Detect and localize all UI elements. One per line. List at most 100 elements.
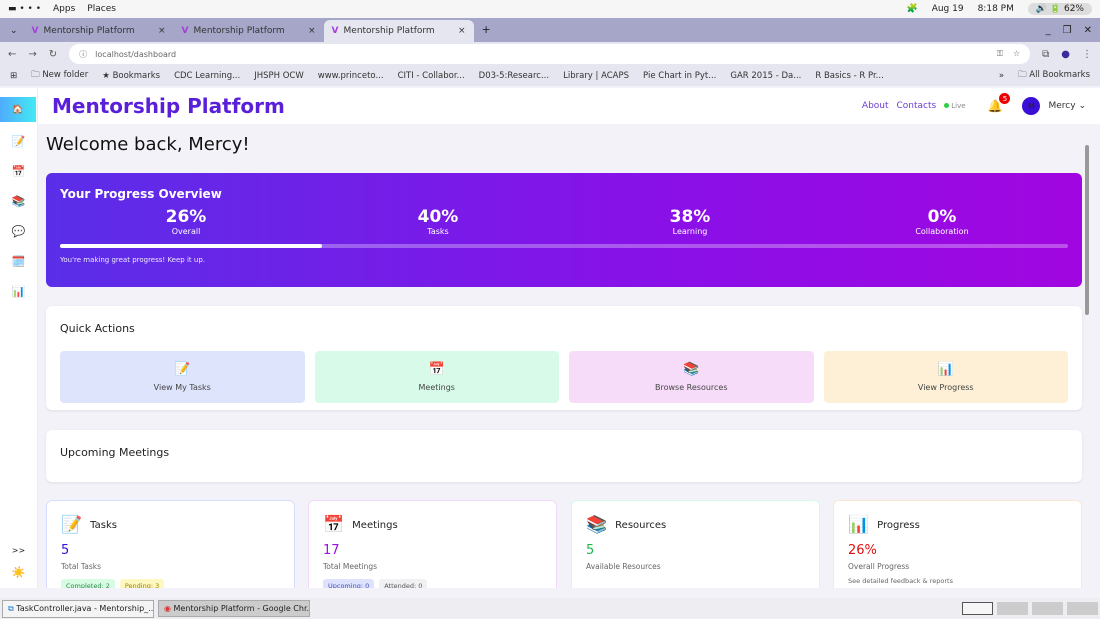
feedback-note[interactable]: See detailed feedback & reports: [848, 577, 1067, 585]
bookmark-star-icon[interactable]: ☆: [1013, 49, 1020, 59]
all-bookmarks-label: All Bookmarks: [1029, 70, 1090, 80]
more-bookmarks-icon[interactable]: »: [999, 71, 1004, 81]
card-value: 26%: [848, 543, 877, 558]
new-tab-button[interactable]: +: [474, 23, 499, 42]
dashboard-content: Welcome back, Mercy! Your Progress Overv…: [38, 124, 1084, 588]
url-input[interactable]: ⓘ localhost/dashboard ⚿ ☆: [69, 44, 1031, 64]
workspace-1[interactable]: [962, 602, 993, 615]
close-tab-icon[interactable]: ×: [458, 26, 466, 36]
close-tab-icon[interactable]: ×: [158, 26, 166, 36]
brand-title[interactable]: Mentorship Platform: [52, 94, 285, 118]
browser-tab-active[interactable]: V Mentorship Platform ×: [323, 20, 474, 42]
date: Aug 19: [931, 4, 964, 14]
tasks-stat-card[interactable]: 📝 Tasks 5 Total Tasks Completed: 2 Pending…: [46, 500, 295, 588]
all-bookmarks[interactable]: 🗀 All Bookmarks: [1018, 69, 1090, 83]
restore-button[interactable]: ❐: [1063, 25, 1072, 36]
password-key-icon[interactable]: ⚿: [997, 49, 1003, 59]
taskbar-item-chrome[interactable]: ◉ Mentorship Platform - Google Chr...: [158, 600, 310, 617]
bookmark[interactable]: GAR 2015 - Da...: [730, 71, 801, 81]
notifications-bell-icon[interactable]: 🔔 5: [988, 93, 1011, 113]
stat-label: Overall: [171, 227, 201, 236]
sidebar-item-resources[interactable]: 📚: [0, 186, 37, 216]
notification-badge: 5: [999, 93, 1011, 104]
workspace-3[interactable]: [1032, 602, 1063, 615]
memo-icon: 📝: [174, 362, 191, 377]
view-progress-button[interactable]: 📊 View Progress: [823, 351, 1068, 403]
profile-icon[interactable]: ●: [1061, 49, 1070, 60]
stat-value: 38%: [669, 207, 711, 227]
nav-about[interactable]: About: [862, 101, 889, 111]
bookmark[interactable]: 🗀 New folder: [31, 69, 88, 83]
sidebar-item-meetings[interactable]: 📅: [0, 156, 37, 186]
close-window-button[interactable]: ✕: [1084, 25, 1092, 36]
tab-search-button[interactable]: ⌄: [4, 26, 24, 42]
meetings-stat-card[interactable]: 📅 Meetings 17 Total Meetings Upcoming: 0 A…: [308, 500, 557, 588]
user-name: Mercy: [1048, 101, 1076, 111]
resources-stat-card[interactable]: 📚 Resources 5 Available Resources: [571, 500, 820, 588]
stat-value: 26%: [165, 207, 207, 227]
button-label: Browse Resources: [654, 383, 728, 392]
favicon-icon: V: [31, 26, 39, 36]
chrome-icon: ◉: [164, 604, 171, 613]
bookmark[interactable]: www.princeto...: [318, 71, 384, 81]
browser-tab[interactable]: V Mentorship Platform ×: [174, 20, 324, 42]
view-tasks-button[interactable]: 📝 View My Tasks: [60, 351, 305, 403]
taskbar-label: TaskController.java - Mentorship_...: [16, 603, 154, 613]
card-title: Meetings: [352, 519, 398, 531]
app-header: Mentorship Platform About Contacts Live …: [38, 88, 1100, 124]
apps-menu[interactable]: Apps: [53, 4, 75, 14]
meetings-button[interactable]: 📅 Meetings: [314, 351, 559, 403]
sidebar-item-messages[interactable]: 💬: [0, 216, 37, 246]
system-tray[interactable]: 🔊 🔋 62%: [1027, 3, 1092, 15]
bookmark[interactable]: Library | ACAPS: [563, 71, 629, 81]
workspace-2[interactable]: [997, 602, 1028, 615]
bookmark[interactable]: Pie Chart in Pyt...: [643, 71, 716, 81]
avatar[interactable]: M: [1022, 97, 1041, 115]
card-label: Overall Progress: [848, 562, 910, 571]
menu-icon[interactable]: ⋮: [1082, 49, 1092, 60]
forward-icon[interactable]: →: [28, 49, 36, 60]
battery-level: 62%: [1063, 4, 1084, 14]
taskbar-item-vscode[interactable]: ⧉ TaskController.java - Mentorship_...: [2, 599, 154, 618]
sidebar-item-progress[interactable]: 📊: [0, 276, 37, 306]
places-menu[interactable]: Places: [87, 4, 116, 14]
bookmark[interactable]: CITI - Collabor...: [398, 71, 465, 81]
extensions-icon[interactable]: ⧉: [1042, 49, 1049, 60]
apps-grid-icon[interactable]: ⊞: [10, 71, 17, 81]
nav-contacts[interactable]: Contacts: [897, 101, 937, 111]
user-menu[interactable]: Mercy ⌄: [1048, 101, 1086, 111]
minimize-button[interactable]: _: [1046, 25, 1051, 36]
memo-icon: 📝: [61, 515, 83, 535]
sidebar-item-home[interactable]: 🏠: [0, 97, 36, 122]
bookmark[interactable]: D03-5:Researc...: [479, 71, 549, 81]
tab-title: Mentorship Platform: [193, 26, 285, 36]
scrollbar-thumb[interactable]: [1085, 145, 1089, 315]
browse-resources-button[interactable]: 📚 Browse Resources: [569, 351, 814, 403]
stat-value: 0%: [927, 207, 957, 227]
page-scrollbar[interactable]: [1084, 140, 1090, 588]
theme-toggle-icon[interactable]: ☀️: [0, 557, 37, 587]
activities-icon[interactable]: ▬ • • •: [8, 4, 41, 14]
bookmark[interactable]: ★ Bookmarks: [102, 71, 160, 81]
attended-tag: Attended: 0: [379, 579, 428, 588]
reload-icon[interactable]: ↻: [49, 49, 57, 60]
bookmark[interactable]: JHSPH OCW: [254, 71, 304, 81]
extension-icon[interactable]: 🧩: [906, 4, 917, 14]
close-tab-icon[interactable]: ×: [308, 26, 316, 36]
books-icon: 📚: [586, 515, 608, 535]
sidebar-item-tasks[interactable]: 📝: [0, 126, 37, 156]
completed-tag: Completed: 2: [61, 579, 115, 588]
bookmark[interactable]: R Basics - R Pr...: [815, 71, 883, 81]
favicon-icon: V: [331, 26, 339, 36]
url-text: localhost/dashboard: [95, 49, 177, 59]
site-info-icon[interactable]: ⓘ: [79, 49, 87, 60]
sidebar-item-calendar[interactable]: 🗓️: [0, 246, 37, 276]
bookmark[interactable]: CDC Learning...: [174, 71, 240, 81]
workspace-4[interactable]: [1067, 602, 1098, 615]
back-icon[interactable]: ←: [8, 49, 16, 60]
progress-title: Your Progress Overview: [60, 187, 222, 201]
tab-strip: ⌄ V Mentorship Platform × V Mentorship Plat…: [0, 18, 1100, 42]
stat-collaboration: 0% Collaboration: [816, 207, 1068, 236]
browser-tab[interactable]: V Mentorship Platform ×: [24, 20, 174, 42]
progress-stat-card[interactable]: 📊 Progress 26% Overall Progress See detai…: [833, 500, 1082, 588]
